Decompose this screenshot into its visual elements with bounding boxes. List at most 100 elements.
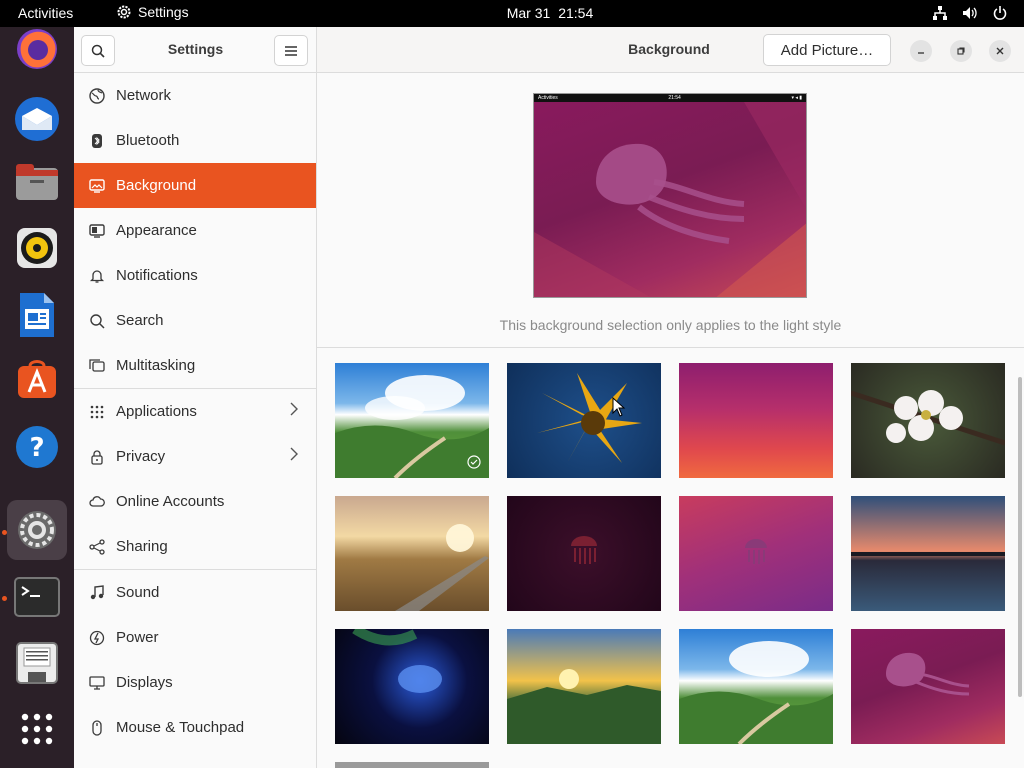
multitasking-icon (88, 357, 106, 375)
chevron-right-icon (290, 402, 298, 420)
sidebar-item-bluetooth[interactable]: Bluetooth (74, 118, 316, 163)
search-icon (88, 312, 106, 330)
show-applications-button[interactable] (7, 699, 67, 759)
rhythmbox-dock-icon[interactable] (7, 218, 67, 278)
thunderbird-dock-icon[interactable] (7, 89, 67, 149)
restore-icon (957, 47, 965, 55)
sidebar: Settings Network Bluetooth Background Ap… (74, 27, 317, 768)
mouse-icon (88, 719, 106, 737)
display-icon (88, 674, 106, 692)
minimize-icon (918, 52, 924, 54)
sidebar-item-background[interactable]: Background (74, 163, 316, 208)
libreoffice-writer-dock-icon[interactable] (7, 285, 67, 345)
terminal-dock-icon[interactable] (7, 567, 67, 627)
preview-topbar: Activities 21:54 ▾ ◂ ▮ (534, 94, 806, 102)
sidebar-item-label: Multitasking (116, 357, 196, 374)
wallpaper-thumbnail[interactable] (679, 363, 833, 478)
help-dock-icon[interactable]: ? (7, 417, 67, 477)
sidebar-item-label: Notifications (116, 267, 198, 284)
main-menu-button[interactable] (274, 35, 308, 66)
minimize-button[interactable] (910, 40, 932, 62)
close-icon (996, 47, 1004, 55)
bluetooth-icon (88, 132, 106, 150)
background-preview: Activities 21:54 ▾ ◂ ▮ (533, 93, 807, 298)
sidebar-item-notifications[interactable]: Notifications (74, 253, 316, 298)
sidebar-item-search[interactable]: Search (74, 298, 316, 343)
sidebar-item-label: Sharing (116, 538, 168, 555)
sidebar-item-sharing[interactable]: Sharing (74, 524, 316, 569)
apps-grid-icon (88, 403, 106, 421)
music-note-icon (88, 584, 106, 602)
top-bar: Activities Settings Mar 31 21:54 (0, 0, 1024, 27)
share-icon (88, 538, 106, 556)
appearance-icon (88, 222, 106, 240)
sidebar-item-label: Displays (116, 674, 173, 691)
sidebar-item-displays[interactable]: Displays (74, 660, 316, 705)
sidebar-item-appearance[interactable]: Appearance (74, 208, 316, 253)
preview-time: 21:54 (668, 95, 681, 101)
files-dock-icon[interactable] (7, 153, 67, 213)
sidebar-item-label: Bluetooth (116, 132, 180, 149)
wallpaper-thumbnail[interactable] (851, 629, 1005, 744)
wallpaper-thumbnail[interactable] (851, 363, 1005, 478)
background-panel: Background Add Picture… Activities 21:54… (317, 27, 1024, 768)
jellyfish-illustration (534, 102, 806, 297)
clock[interactable]: Mar 31 21:54 (0, 5, 1024, 21)
mouse-cursor (612, 397, 626, 417)
preview-activities: Activities (538, 95, 558, 101)
network-wired-icon (933, 6, 947, 20)
sidebar-item-multitasking[interactable]: Multitasking (74, 343, 316, 388)
wallpaper-thumbnail[interactable] (335, 629, 489, 744)
background-icon (88, 177, 106, 195)
disk-image-dock-icon[interactable] (7, 633, 67, 693)
sidebar-item-label: Search (116, 312, 164, 329)
hamburger-icon (285, 45, 297, 56)
wallpaper-thumbnail[interactable] (679, 629, 833, 744)
sidebar-item-mouse-touchpad[interactable]: Mouse & Touchpad (74, 705, 316, 750)
sidebar-item-label: Online Accounts (116, 493, 225, 510)
ubuntu-software-dock-icon[interactable] (7, 349, 67, 409)
dock: ? (0, 27, 74, 768)
apps-grid-icon (21, 713, 53, 745)
cloud-icon (88, 493, 106, 511)
preview-area: Activities 21:54 ▾ ◂ ▮ This background s… (317, 74, 1024, 348)
sidebar-item-privacy[interactable]: Privacy (74, 434, 316, 479)
sidebar-item-network[interactable]: Network (74, 73, 316, 118)
bell-icon (88, 267, 106, 285)
preview-tray-icons: ▾ ◂ ▮ (791, 95, 802, 101)
preview-note: This background selection only applies t… (499, 317, 842, 333)
firefox-dock-icon[interactable] (7, 19, 67, 79)
power-icon (88, 629, 106, 647)
settings-nav: Network Bluetooth Background Appearance … (74, 73, 316, 750)
wallpaper-thumbnail[interactable] (507, 496, 661, 611)
wallpaper-thumbnail[interactable] (335, 762, 489, 768)
settings-dock-icon[interactable] (7, 500, 67, 560)
wallpaper-thumbnail[interactable] (335, 496, 489, 611)
close-button[interactable] (989, 40, 1011, 62)
add-picture-button[interactable]: Add Picture… (763, 34, 891, 66)
volume-icon (963, 7, 977, 19)
sidebar-item-label: Network (116, 87, 172, 104)
clock-date: Mar 31 (506, 5, 551, 21)
wallpaper-thumbnail[interactable] (507, 629, 661, 744)
settings-window: Settings Network Bluetooth Background Ap… (74, 27, 1024, 768)
maximize-button[interactable] (950, 40, 972, 62)
sidebar-item-power[interactable]: Power (74, 615, 316, 660)
wallpaper-thumbnail[interactable] (851, 496, 1005, 611)
wallpaper-thumbnail[interactable] (335, 363, 489, 478)
clock-time: 21:54 (558, 5, 594, 21)
wallpaper-thumbnail[interactable] (507, 363, 661, 478)
sidebar-item-label: Privacy (116, 448, 166, 465)
sidebar-item-label: Mouse & Touchpad (116, 719, 245, 736)
scrollbar[interactable] (1018, 377, 1022, 697)
sidebar-item-label: Background (116, 177, 197, 194)
wallpaper-thumbnail[interactable] (679, 496, 833, 611)
system-tray[interactable] (932, 5, 1008, 21)
network-icon (88, 87, 106, 105)
sidebar-item-sound[interactable]: Sound (74, 570, 316, 615)
sidebar-item-label: Appearance (116, 222, 197, 239)
svg-text:?: ? (29, 433, 44, 463)
sidebar-item-applications[interactable]: Applications (74, 389, 316, 434)
sidebar-item-label: Applications (116, 403, 197, 420)
sidebar-item-online-accounts[interactable]: Online Accounts (74, 479, 316, 524)
